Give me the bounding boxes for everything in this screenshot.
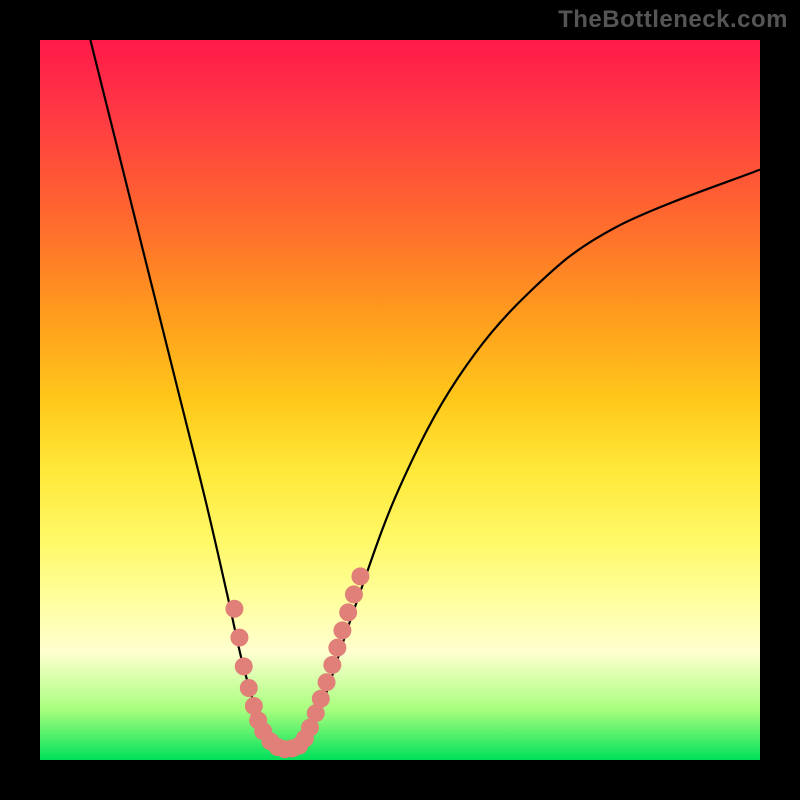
marker-point [328,639,346,657]
marker-point [345,585,363,603]
marker-point [323,656,341,674]
marker-point [312,690,330,708]
marker-point [318,673,336,691]
marker-point [225,600,243,618]
marker-point [333,621,351,639]
marker-point [235,657,253,675]
curve-layer [40,40,760,760]
marker-point [230,629,248,647]
curve-right-branch [285,170,760,750]
watermark-text: TheBottleneck.com [558,6,788,34]
curve-left-branch [90,40,284,749]
marker-group [225,567,369,758]
plot-area [40,40,760,760]
marker-point [351,567,369,585]
marker-point [339,603,357,621]
chart-frame: TheBottleneck.com [0,0,800,800]
marker-point [240,679,258,697]
